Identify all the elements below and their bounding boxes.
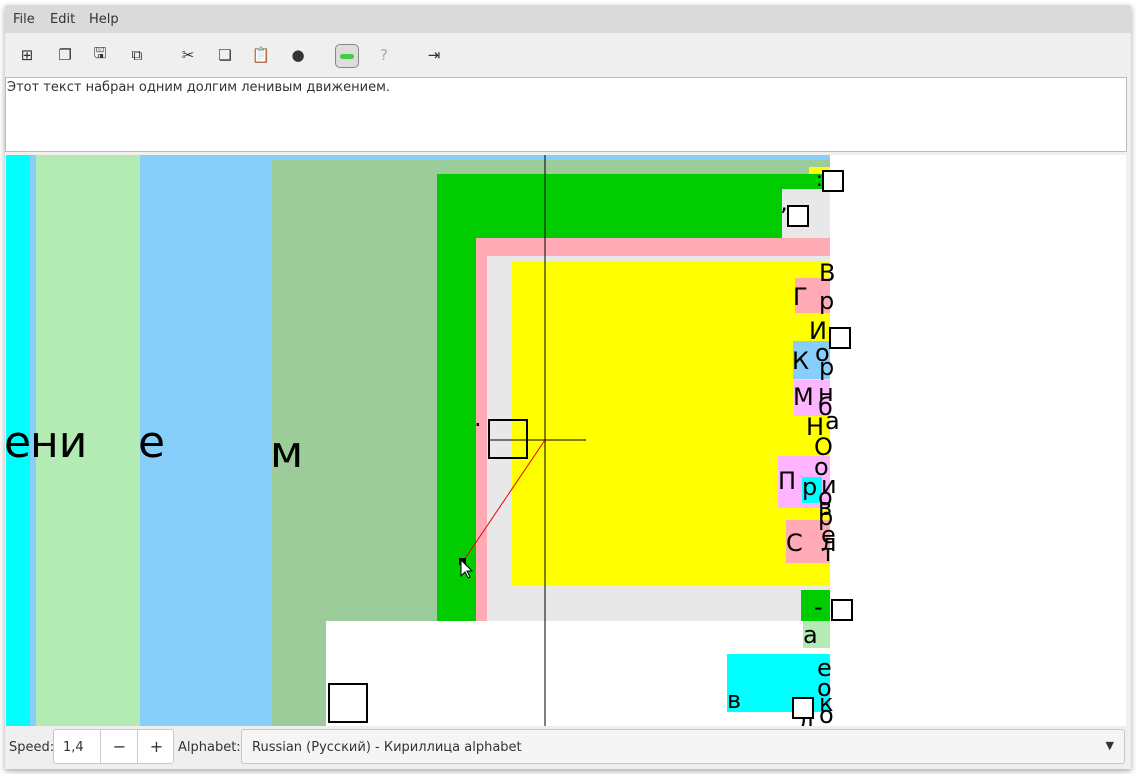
alphabet-label: Alphabet:: [178, 740, 241, 755]
dasher-canvas[interactable]: е ни е м В Г р И К о р М н б а Н О о П р…: [6, 155, 1126, 726]
speed-increase-button[interactable]: +: [137, 730, 175, 763]
speed-decrease-button[interactable]: −: [100, 730, 138, 763]
menu-help[interactable]: Help: [89, 12, 119, 27]
dasher-window: File Edit Help ⊞ ❐ 🖫 ⧉ ✂ ❏ 📋 ● ? ⇥ Этот …: [5, 5, 1131, 769]
paste-icon[interactable]: 📋: [247, 41, 275, 69]
alphabet-select[interactable]: Russian (Русский) - Кириллица alphabet ▼: [241, 729, 1125, 764]
text-output[interactable]: Этот текст набран одним долгим ленивым д…: [5, 77, 1127, 152]
pointer-line: [461, 439, 546, 564]
menubar: File Edit Help: [5, 5, 1131, 33]
speed-label: Speed:: [9, 740, 55, 755]
toggle-icon[interactable]: [335, 44, 359, 68]
save-as-icon[interactable]: ⧉: [123, 41, 151, 69]
help-icon[interactable]: ?: [370, 41, 398, 69]
speed-input[interactable]: 1,4: [63, 740, 84, 755]
save-icon[interactable]: 🖫: [86, 41, 114, 69]
mouse-cursor-icon: [460, 558, 474, 579]
exit-icon[interactable]: ⇥: [420, 41, 448, 69]
globe-icon[interactable]: ●: [284, 41, 312, 69]
copy-icon[interactable]: ❏: [211, 41, 239, 69]
toolbar: ⊞ ❐ 🖫 ⧉ ✂ ❏ 📋 ● ? ⇥: [5, 33, 1131, 77]
bottom-bar: Speed: 1,4 − + Alphabet: Russian (Русски…: [5, 726, 1131, 769]
chevron-down-icon: ▼: [1105, 739, 1114, 752]
crosshair-overlay: [459, 155, 586, 726]
menu-file[interactable]: File: [13, 12, 35, 27]
copy-window-icon[interactable]: ❐: [51, 41, 79, 69]
speed-stepper: 1,4 − +: [53, 729, 174, 764]
cut-icon[interactable]: ✂: [174, 41, 202, 69]
new-file-icon[interactable]: ⊞: [13, 41, 41, 69]
alphabet-value: Russian (Русский) - Кириллица alphabet: [252, 740, 522, 755]
menu-edit[interactable]: Edit: [50, 12, 75, 27]
